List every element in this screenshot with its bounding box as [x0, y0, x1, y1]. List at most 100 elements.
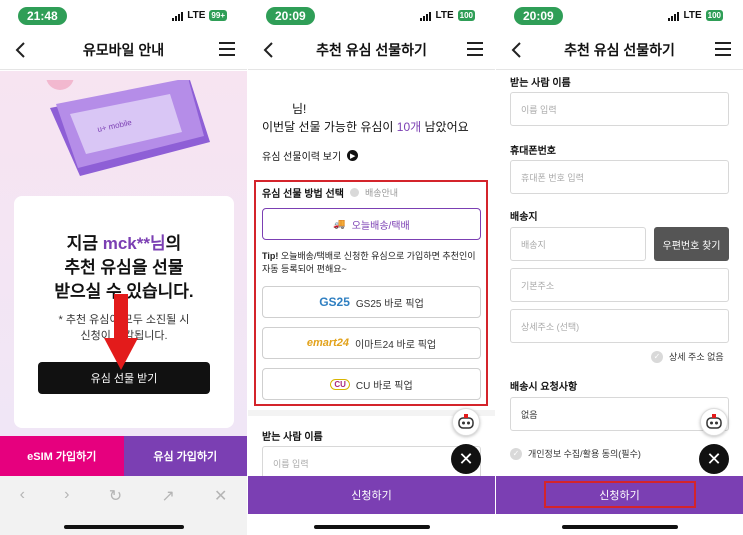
nav-bar: 유모바일 안내: [0, 30, 247, 70]
greeting-suffix: 남았어요: [421, 120, 469, 134]
back-arrow-icon[interactable]: [508, 40, 526, 60]
greeting: 님! 이번달 선물 가능한 유심이 10개 남았어요: [262, 100, 469, 136]
option-emart24-label: 이마트24 바로 픽업: [355, 339, 437, 351]
status-time: 20:09: [514, 7, 563, 25]
signal-indicator: LTE 100: [420, 10, 475, 21]
check-icon: ✓: [510, 447, 522, 460]
panel-gift-select: 20:09 LTE 100 추천 유심 선물하기 님! 이번달 선물 가능한 유…: [248, 0, 495, 535]
hamburger-menu-icon[interactable]: [467, 42, 483, 56]
status-bar: 20:09 LTE 100: [248, 0, 495, 30]
battery-badge: 100: [457, 10, 475, 21]
greeting-name: 님!: [292, 102, 307, 116]
consent-checkbox[interactable]: ✓ 개인정보 수집/활용 동의(필수): [510, 447, 641, 460]
phone-illustration-icon: u+ mobile: [46, 80, 210, 176]
page-title: 유모바일 안내: [82, 41, 165, 58]
option-gs25-pickup[interactable]: GS25 GS25 바로 픽업: [262, 286, 481, 318]
browser-close-icon[interactable]: ✕: [214, 486, 227, 506]
tip-text: Tip! 오늘배송/택배로 신청한 유심으로 가입하면 추천인이 자동 등록되어…: [262, 250, 482, 276]
gift-history-link[interactable]: 유심 선물이력 보기 ▶: [262, 148, 359, 163]
detail-address-input[interactable]: 상세주소 (선택): [510, 309, 729, 343]
cu-logo: CU: [330, 378, 350, 390]
info-icon: [349, 188, 359, 197]
option-cu-pickup[interactable]: CU CU 바로 픽업: [262, 368, 481, 400]
address-input[interactable]: 배송지: [510, 227, 646, 261]
page-title: 추천 유심 선물하기: [316, 41, 427, 58]
option-cu-label: CU 바로 픽업: [355, 380, 413, 392]
option-today-delivery[interactable]: 🚚 오늘배송/택배: [262, 208, 481, 240]
nav-bar: 추천 유심 선물하기: [248, 30, 495, 70]
recipient-label: 받는 사람 이름: [510, 78, 571, 89]
option-gs25-label: GS25 바로 픽업: [355, 298, 424, 310]
browser-back-icon[interactable]: ‹: [20, 486, 25, 506]
check-icon: ✓: [651, 350, 663, 363]
network-label: LTE: [187, 10, 206, 21]
home-indicator: [63, 525, 184, 529]
esim-join-button[interactable]: eSIM 가입하기: [0, 436, 124, 476]
chevron-right-icon: ▶: [347, 150, 359, 161]
recipient-label: 받는 사람 이름: [262, 432, 323, 443]
submit-button[interactable]: 신청하기: [248, 476, 495, 514]
signal-bars-icon: [668, 11, 680, 21]
status-bar: 20:09 LTE 100: [496, 0, 743, 30]
back-arrow-icon[interactable]: [12, 40, 30, 60]
headline-user: mck**님: [102, 234, 166, 253]
option-emart24-pickup[interactable]: emart24 이마트24 바로 픽업: [262, 327, 481, 359]
signal-indicator: LTE 99+: [172, 10, 227, 21]
close-icon[interactable]: ✕: [699, 444, 729, 474]
home-indicator: [561, 525, 678, 529]
phone-input[interactable]: 휴대폰 번호 입력: [510, 160, 729, 194]
status-time: 21:48: [18, 7, 67, 25]
status-bar: 21:48 LTE 99+: [0, 0, 247, 30]
signal-bars-icon: [172, 11, 184, 21]
headline-line2: 추천 유심을 선물: [64, 258, 184, 277]
signal-bars-icon: [420, 11, 432, 21]
chatbot-icon[interactable]: [700, 408, 728, 436]
base-address-input[interactable]: 기본주소: [510, 268, 729, 302]
close-icon[interactable]: ✕: [451, 444, 481, 474]
option-today-delivery-label: 오늘배송/택배: [351, 220, 410, 232]
gift-history-label: 유심 선물이력 보기: [262, 152, 342, 163]
tip-label: Tip!: [262, 251, 279, 261]
no-detail-label: 상세 주소 없음: [669, 352, 724, 362]
status-time: 20:09: [266, 7, 315, 25]
address-label: 배송지: [510, 212, 538, 223]
hamburger-menu-icon[interactable]: [219, 42, 235, 56]
nav-bar: 추천 유심 선물하기: [496, 30, 743, 70]
no-detail-checkbox[interactable]: ✓ 상세 주소 없음: [651, 350, 724, 363]
gs25-logo: GS25: [319, 295, 350, 309]
browser-forward-icon[interactable]: ›: [64, 486, 69, 506]
truck-icon: 🚚: [333, 218, 346, 230]
browser-share-icon[interactable]: ↗: [161, 486, 174, 506]
join-tabs: eSIM 가입하기 유심 가입하기: [0, 436, 247, 476]
request-input[interactable]: 없음: [510, 397, 729, 431]
red-down-arrow-icon: [104, 294, 138, 370]
browser-reload-icon[interactable]: ↻: [109, 486, 122, 506]
emart24-logo: emart24: [306, 337, 350, 349]
highlight-box: [544, 481, 696, 508]
chatbot-icon[interactable]: [452, 408, 480, 436]
headline-suffix: 의: [165, 234, 182, 253]
back-arrow-icon[interactable]: [260, 40, 278, 60]
delivery-info-link[interactable]: 배송안내: [365, 186, 398, 199]
home-indicator: [313, 525, 430, 529]
signal-indicator: LTE 100: [668, 10, 723, 21]
zip-search-button[interactable]: 우편번호 찾기: [654, 227, 729, 261]
recipient-name-input[interactable]: 이름 입력: [510, 92, 729, 126]
panel-gift-form: 20:09 LTE 100 추천 유심 선물하기 받는 사람 이름 이름 입력 …: [496, 0, 743, 535]
greeting-prefix: 이번달 선물 가능한 유심이: [262, 120, 397, 134]
panel-mobile-guide: 21:48 LTE 99+ 유모바일 안내 u+ mobile 지금 mck**…: [0, 0, 247, 535]
headline-prefix: 지금: [66, 234, 103, 253]
remaining-count: 10개: [396, 120, 422, 134]
method-header: 유심 선물 방법 선택 배송안내: [262, 185, 398, 200]
request-label: 배송시 요청사항: [510, 382, 578, 393]
network-label: LTE: [683, 10, 702, 21]
battery-badge: 99+: [209, 10, 227, 21]
phone-label: 휴대폰번호: [510, 146, 556, 157]
recipient-name-input[interactable]: 이름 입력: [262, 446, 481, 480]
network-label: LTE: [435, 10, 454, 21]
consent-label: 개인정보 수집/활용 동의(필수): [528, 449, 641, 459]
usim-join-button[interactable]: 유심 가입하기: [123, 436, 247, 476]
hamburger-menu-icon[interactable]: [715, 42, 731, 56]
battery-badge: 100: [705, 10, 723, 21]
method-title: 유심 선물 방법 선택: [262, 189, 344, 200]
